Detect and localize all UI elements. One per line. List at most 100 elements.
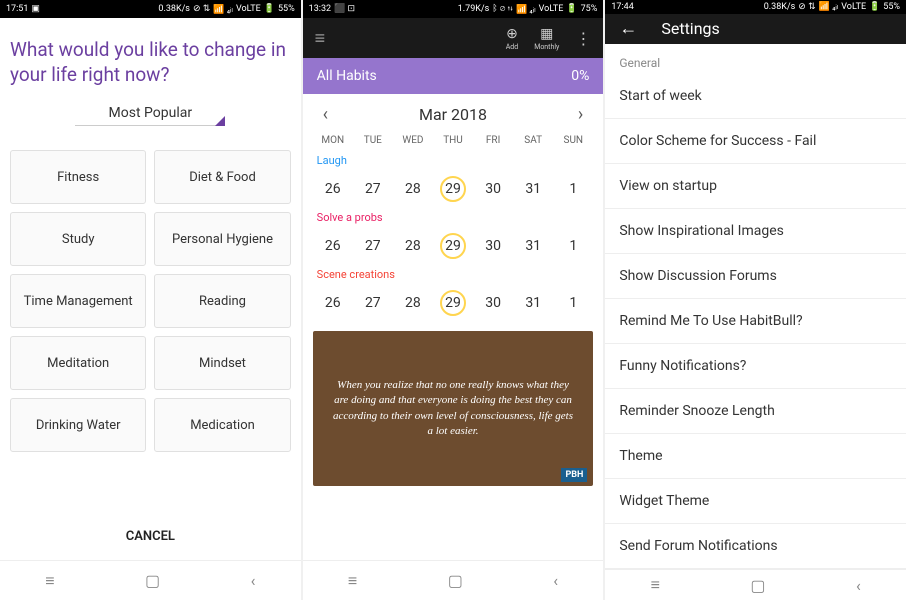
signal-icon: 📶 ₄ᵢₗ (819, 1, 839, 12)
back-icon[interactable]: ← (619, 18, 637, 39)
category-button[interactable]: Mindset (154, 336, 290, 390)
page-title: Settings (661, 19, 719, 38)
signal-icon: 📶 ₄ᵢₗ (213, 4, 233, 15)
day-cell[interactable]: 28 (393, 289, 433, 317)
settings-item[interactable]: Widget Theme (605, 479, 906, 524)
habit-week: 2627282930311 (303, 228, 604, 264)
settings-list: Start of weekColor Scheme for Success - … (605, 74, 906, 569)
day-cell[interactable]: 28 (393, 232, 433, 260)
settings-item[interactable]: Theme (605, 434, 906, 479)
weekday-label: MON (313, 135, 353, 146)
notification-icon: ⬛ ⊡ (334, 4, 355, 14)
plus-circle-icon: ⊕ (506, 26, 518, 42)
nav-bar: ≡ ▢ ‹ (303, 560, 604, 600)
category-button[interactable]: Personal Hygiene (154, 212, 290, 266)
status-speed: 0.38K/s (764, 2, 796, 12)
day-cell[interactable]: 27 (353, 289, 393, 317)
status-battery: 55% (883, 2, 900, 12)
page-title: What would you like to change in your li… (10, 38, 291, 87)
day-cell[interactable]: 30 (473, 232, 513, 260)
settings-item[interactable]: Reminder Snooze Length (605, 389, 906, 434)
day-cell[interactable]: 30 (473, 175, 513, 203)
nav-back-icon[interactable]: ‹ (856, 576, 861, 595)
nav-recent-icon[interactable]: ≡ (651, 575, 660, 595)
nav-recent-icon[interactable]: ≡ (348, 571, 357, 591)
category-button[interactable]: Drinking Water (10, 398, 146, 452)
day-cell[interactable]: 26 (313, 232, 353, 260)
day-cell[interactable]: 1 (553, 289, 593, 317)
prev-month-button[interactable]: ‹ (323, 104, 328, 125)
category-button[interactable]: Study (10, 212, 146, 266)
day-cell[interactable]: 1 (553, 232, 593, 260)
notification-icon: ▣ (31, 4, 40, 14)
day-cell[interactable]: 27 (353, 175, 393, 203)
settings-item[interactable]: Start of week (605, 74, 906, 119)
settings-item[interactable]: Color Scheme for Success - Fail (605, 119, 906, 164)
inspiration-card[interactable]: When you realize that no one really know… (313, 331, 594, 486)
day-cell[interactable]: 29 (433, 289, 473, 317)
habit-week: 2627282930311 (303, 171, 604, 207)
calendar-icon: ▦ (540, 26, 553, 42)
nav-home-icon[interactable]: ▢ (145, 571, 160, 590)
day-cell[interactable]: 28 (393, 175, 433, 203)
status-time: 17:44 (611, 2, 633, 12)
weekday-label: TUE (353, 135, 393, 146)
nav-back-icon[interactable]: ‹ (553, 571, 558, 590)
category-button[interactable]: Reading (154, 274, 290, 328)
habits-calendar: Laugh2627282930311Solve a probs262728293… (303, 150, 604, 321)
wifi-icon: ⊘ ⇅ (193, 4, 210, 14)
day-cell[interactable]: 30 (473, 289, 513, 317)
weekday-label: WED (393, 135, 433, 146)
day-cell[interactable]: 27 (353, 232, 393, 260)
day-cell[interactable]: 1 (553, 175, 593, 203)
more-icon[interactable]: ⋮ (575, 29, 591, 48)
screen-settings: 17:44 0.38K/s ⊘ ⇅ 📶 ₄ᵢₗ VoLTE 🔋 55% ← Se… (605, 0, 906, 600)
habit-label[interactable]: Solve a probs (303, 207, 604, 228)
category-grid: FitnessDiet & FoodStudyPersonal HygieneT… (10, 150, 291, 452)
section-header: General (605, 44, 906, 74)
menu-icon[interactable]: ≡ (315, 28, 326, 49)
settings-item[interactable]: Remind Me To Use HabitBull? (605, 299, 906, 344)
habit-week: 2627282930311 (303, 285, 604, 321)
day-cell[interactable]: 29 (433, 232, 473, 260)
add-button[interactable]: ⊕ Add (506, 26, 518, 51)
next-month-button[interactable]: › (578, 104, 583, 125)
pbh-badge: PBH (561, 468, 587, 482)
category-button[interactable]: Meditation (10, 336, 146, 390)
nav-home-icon[interactable]: ▢ (750, 576, 765, 595)
day-cell[interactable]: 26 (313, 289, 353, 317)
battery-icon: 🔋 (264, 4, 275, 14)
day-cell[interactable]: 29 (433, 175, 473, 203)
nav-home-icon[interactable]: ▢ (448, 571, 463, 590)
settings-item[interactable]: View on startup (605, 164, 906, 209)
status-signal: VoLTE (539, 4, 564, 14)
signal-icon: 📶 ₄ᵢₗ (516, 4, 536, 15)
status-signal: VoLTE (236, 4, 261, 14)
settings-item[interactable]: Show Inspirational Images (605, 209, 906, 254)
day-cell[interactable]: 26 (313, 175, 353, 203)
nav-back-icon[interactable]: ‹ (251, 571, 256, 590)
category-button[interactable]: Time Management (10, 274, 146, 328)
category-button[interactable]: Diet & Food (154, 150, 290, 204)
sort-dropdown[interactable]: Most Popular (75, 105, 225, 126)
calendar-header: ‹ Mar 2018 › (303, 94, 604, 131)
day-cell[interactable]: 31 (513, 175, 553, 203)
day-cell[interactable]: 31 (513, 289, 553, 317)
weekday-label: THU (433, 135, 473, 146)
status-speed: 0.38K/s (158, 4, 190, 14)
habit-label[interactable]: Scene creations (303, 264, 604, 285)
habit-label[interactable]: Laugh (303, 150, 604, 171)
category-button[interactable]: Medication (154, 398, 290, 452)
toolbar: ≡ ⊕ Add ▦ Monthly ⋮ (303, 18, 604, 58)
day-cell[interactable]: 31 (513, 232, 553, 260)
cancel-button[interactable]: CANCEL (10, 513, 291, 560)
habits-summary-bar[interactable]: All Habits 0% (303, 58, 604, 94)
category-button[interactable]: Fitness (10, 150, 146, 204)
status-speed: 1.79K/s (458, 4, 490, 14)
nav-recent-icon[interactable]: ≡ (45, 571, 54, 591)
settings-item[interactable]: Send Forum Notifications (605, 524, 906, 569)
settings-item[interactable]: Funny Notifications? (605, 344, 906, 389)
status-time: 17:51 (6, 4, 28, 14)
settings-item[interactable]: Show Discussion Forums (605, 254, 906, 299)
monthly-button[interactable]: ▦ Monthly (534, 26, 559, 51)
